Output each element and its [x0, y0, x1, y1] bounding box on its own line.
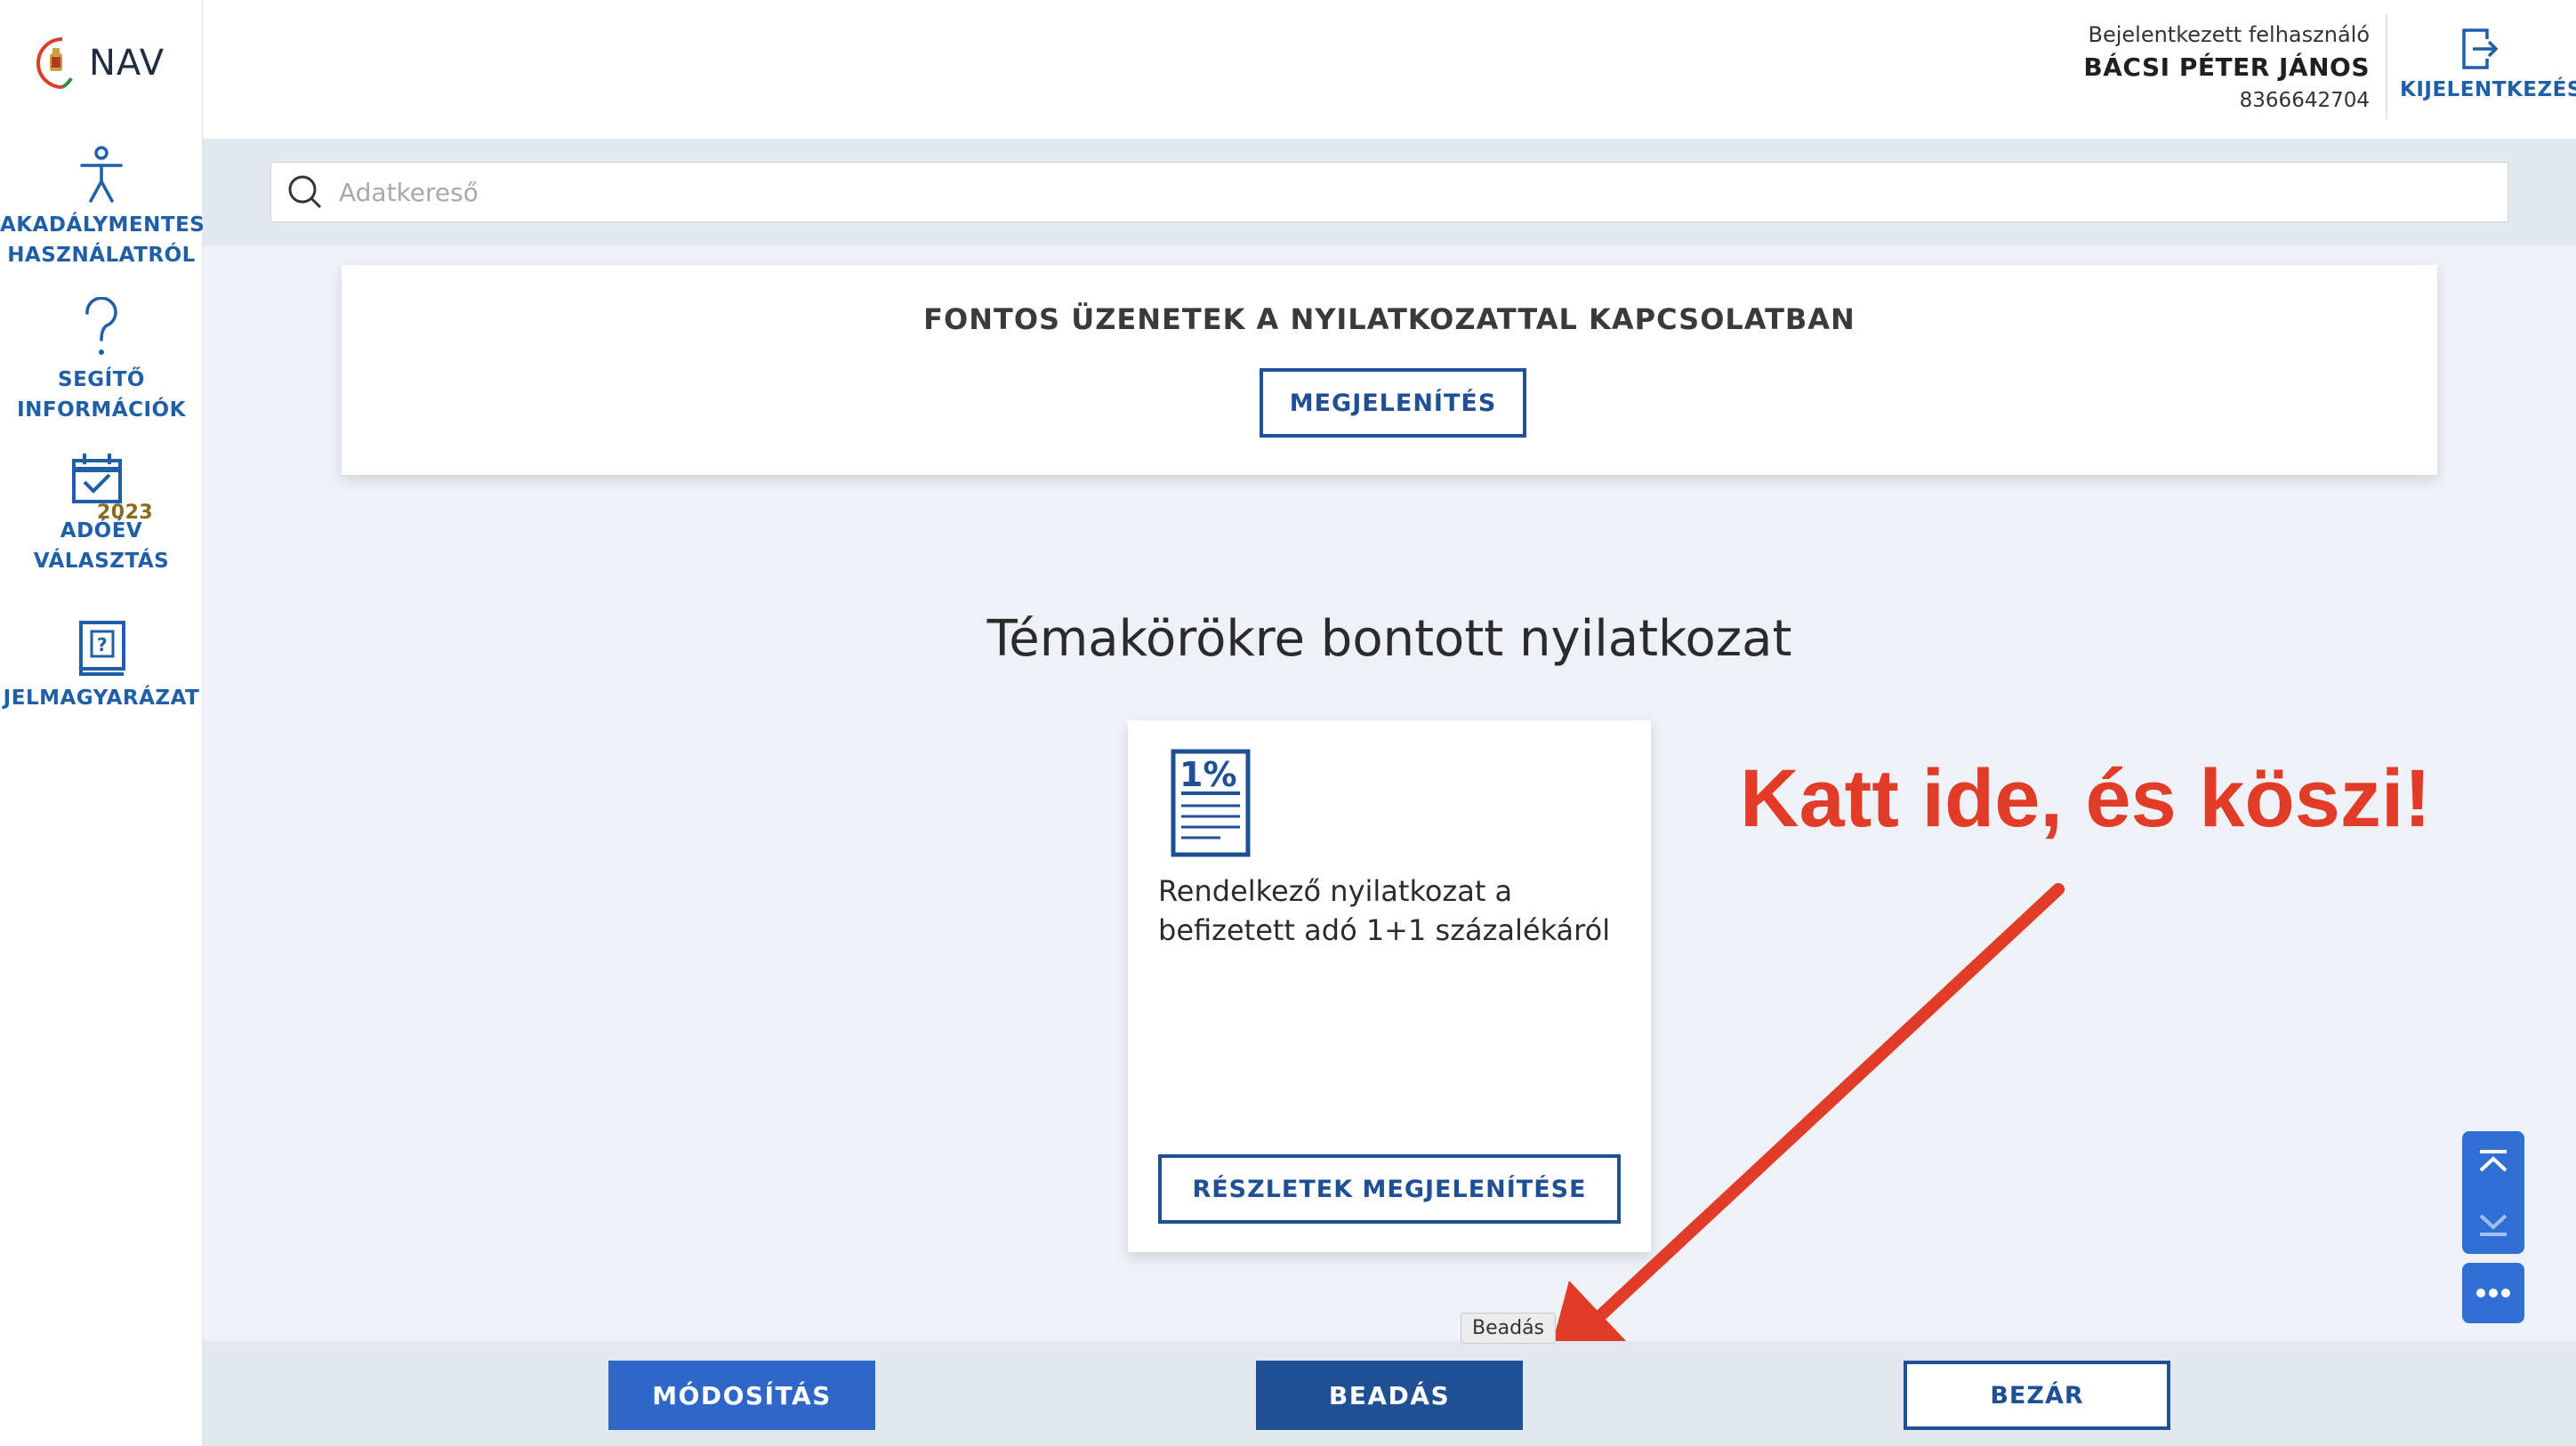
- messages-title: FONTOS ÜZENETEK A NYILATKOZATTAL KAPCSOL…: [923, 302, 1856, 336]
- tax-year-badge: 2023: [97, 502, 154, 524]
- logged-in-user: Bejelentkezett felhasználó BÁCSI PÉTER J…: [2083, 20, 2370, 116]
- user-name: BÁCSI PÉTER JÁNOS: [2083, 52, 2370, 82]
- sidebar-item-label: JELMAGYARÁZAT: [3, 687, 200, 710]
- sidebar-item-legend[interactable]: ? JELMAGYARÁZAT: [0, 619, 203, 713]
- top-header: Bejelentkezett felhasználó BÁCSI PÉTER J…: [203, 0, 2576, 139]
- search-icon: [288, 175, 322, 209]
- sidebar: NAV AKADÁLYMENTES HASZNÁLATRÓL SEGÍTŐ IN…: [0, 0, 205, 1446]
- svg-text:?: ?: [97, 634, 108, 655]
- show-messages-button[interactable]: MEGJELENÍTÉS: [1260, 368, 1526, 438]
- declaration-description: Rendelkező nyilatkozat a befizetett adó …: [1158, 874, 1611, 947]
- user-id: 8366642704: [2239, 89, 2370, 112]
- sidebar-item-label: SEGÍTŐ: [58, 368, 145, 391]
- one-percent-document-icon: 1%: [1171, 749, 1251, 857]
- important-messages-card: FONTOS ÜZENETEK A NYILATKOZATTAL KAPCSOL…: [342, 265, 2437, 475]
- logout-label: KIJELENTKEZÉS: [2400, 78, 2576, 101]
- more-dots-icon: [2476, 1289, 2510, 1297]
- nav-logo[interactable]: NAV: [36, 34, 165, 92]
- show-details-button[interactable]: RÉSZLETEK MEGJELENÍTÉSE: [1158, 1154, 1621, 1224]
- sidebar-item-label: HASZNÁLATRÓL: [7, 244, 196, 267]
- submit-tooltip: Beadás: [1461, 1313, 1557, 1344]
- scroll-top-icon: [2479, 1149, 2508, 1171]
- nav-emblem-icon: [36, 37, 73, 89]
- scroll-to-bottom-button[interactable]: [2462, 1193, 2524, 1254]
- modify-button[interactable]: MÓDOSÍTÁS: [608, 1361, 875, 1430]
- scroll-bottom-icon: [2479, 1214, 2508, 1236]
- legend-book-icon: ?: [79, 621, 125, 676]
- action-footer: MÓDOSÍTÁS BEADÁS BEZÁR: [203, 1341, 2576, 1446]
- one-percent-label: 1%: [1179, 755, 1237, 794]
- sidebar-item-label: INFORMÁCIÓK: [17, 398, 186, 422]
- section-title: Témakörökre bontott nyilatkozat: [203, 610, 2576, 668]
- logout-icon: [2462, 28, 2499, 69]
- search-box[interactable]: [270, 162, 2508, 222]
- sidebar-item-tax-year[interactable]: 2023 ADÓÉV VÁLASZTÁS: [0, 452, 203, 576]
- submit-button[interactable]: BEADÁS: [1256, 1361, 1523, 1430]
- sidebar-item-help[interactable]: SEGÍTŐ INFORMÁCIÓK: [0, 297, 203, 425]
- declaration-card: 1% Rendelkező nyilatkozat a befizetett a…: [1128, 720, 1651, 1252]
- accessibility-icon: [80, 146, 123, 203]
- scroll-controls: [2462, 1131, 2524, 1254]
- logout-button[interactable]: KIJELENTKEZÉS: [2400, 27, 2576, 101]
- search-input[interactable]: [339, 177, 2385, 207]
- header-divider: [2386, 14, 2387, 119]
- logo-text: NAV: [89, 43, 165, 84]
- sidebar-item-accessibility[interactable]: AKADÁLYMENTES HASZNÁLATRÓL: [0, 146, 205, 270]
- more-options-button[interactable]: [2462, 1263, 2524, 1323]
- user-caption: Bejelentkezett felhasználó: [2088, 22, 2370, 47]
- sidebar-item-label: AKADÁLYMENTES: [0, 213, 205, 237]
- sidebar-item-label: VÁLASZTÁS: [33, 550, 170, 573]
- annotation-text: Katt ide, és köszi!: [1740, 753, 2432, 844]
- search-band: [203, 139, 2576, 245]
- help-icon: [85, 297, 117, 355]
- scroll-to-top-button[interactable]: [2462, 1131, 2524, 1193]
- calendar-check-icon: [72, 454, 122, 503]
- close-button[interactable]: BEZÁR: [1904, 1361, 2170, 1430]
- section-title-text: Témakörökre bontott nyilatkozat: [986, 610, 1792, 668]
